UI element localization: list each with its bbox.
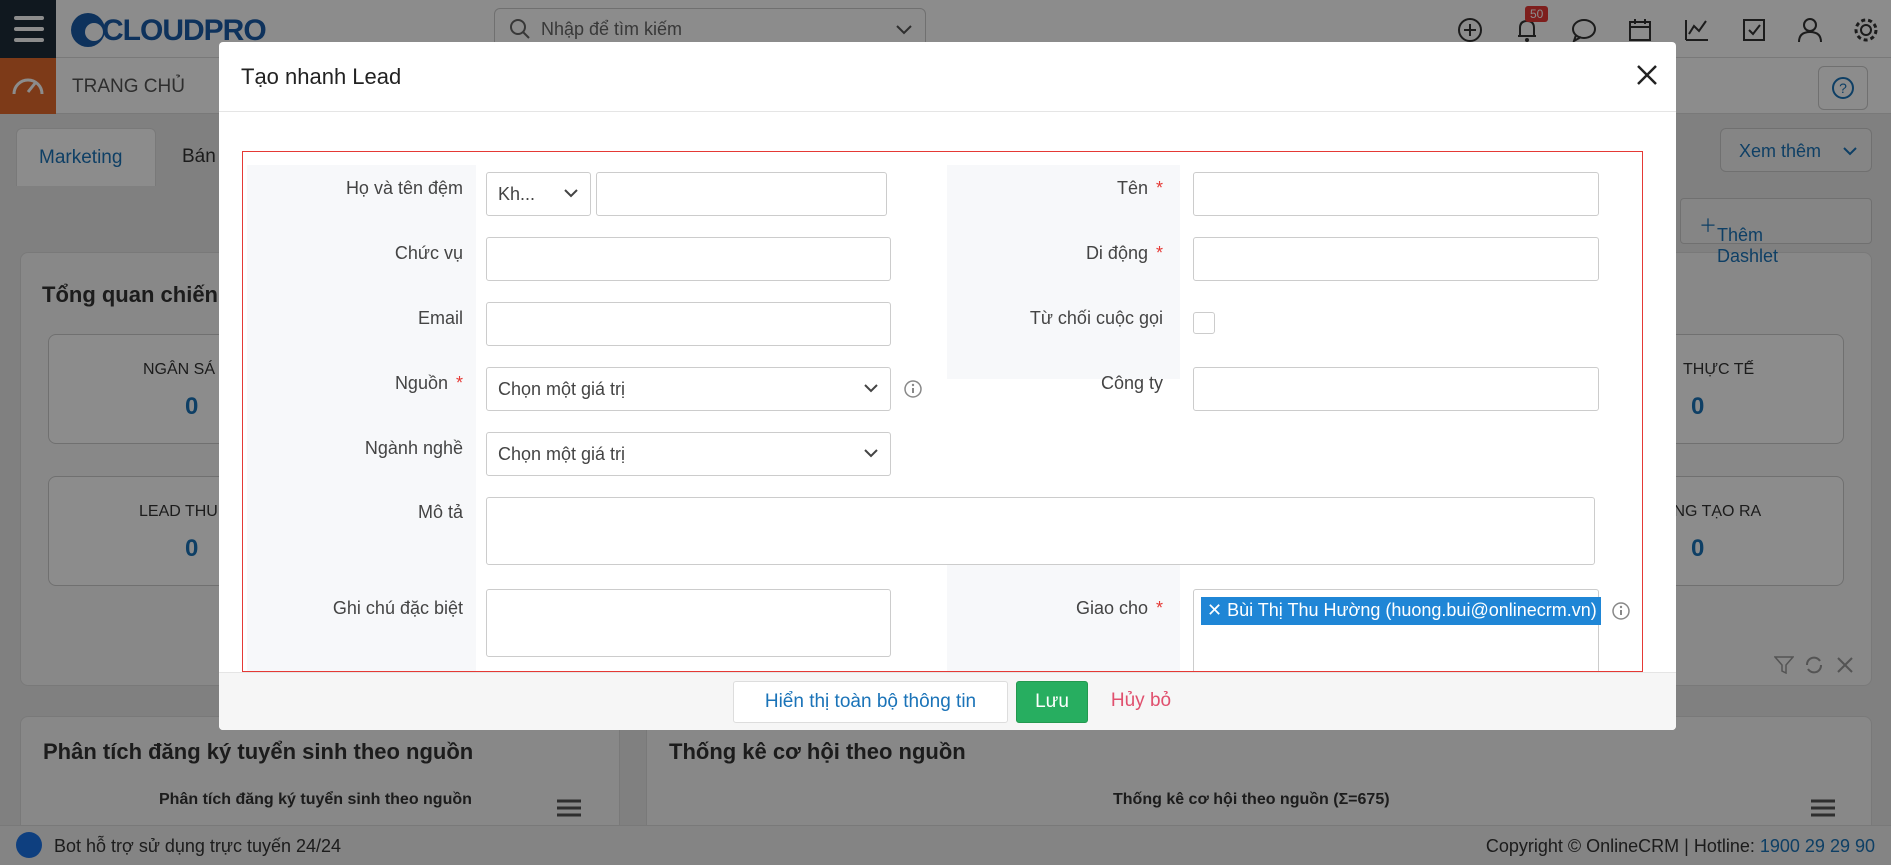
show-all-fields-button[interactable]: Hiển thị toàn bộ thông tin [733, 681, 1008, 723]
giao-cho-label: Giao cho * [1075, 598, 1163, 618]
middle-name-input[interactable] [596, 172, 887, 216]
special-notes-textarea[interactable] [486, 589, 891, 657]
email-input[interactable] [486, 302, 891, 346]
mo-ta-label: Mô tả [417, 502, 463, 522]
ho-ten-dem-label: Họ và tên đệm [345, 178, 463, 198]
chevron-down-icon [864, 449, 878, 458]
close-icon[interactable] [1632, 60, 1662, 90]
label-column [247, 165, 476, 671]
cong-ty-label: Công ty [1100, 373, 1163, 393]
source-value: Chọn một giá trị [498, 379, 626, 399]
chuc-vu-label: Chức vụ [394, 243, 463, 263]
do-not-call-checkbox[interactable] [1193, 312, 1215, 334]
salutation-select[interactable]: Kh... [486, 172, 591, 216]
modal-header: Tạo nhanh Lead [219, 42, 1676, 112]
industry-select[interactable]: Chọn một giá trị [486, 432, 891, 476]
industry-value: Chọn một giá trị [498, 444, 626, 464]
first-name-input[interactable] [1193, 172, 1599, 216]
salutation-value: Kh... [498, 184, 536, 204]
assigned-to-multiselect[interactable]: ✕ Bùi Thị Thu Hường (huong.bui@onlinecrm… [1193, 589, 1601, 671]
tu-choi-label: Từ chối cuộc gọi [1029, 308, 1163, 328]
company-input[interactable] [1193, 367, 1599, 411]
nganh-nghe-label: Ngành nghề [364, 438, 463, 458]
remove-tag-icon[interactable]: ✕ [1207, 600, 1222, 620]
cancel-button[interactable]: Hủy bỏ [1101, 681, 1181, 723]
mobile-input[interactable] [1193, 237, 1599, 281]
chevron-down-icon [864, 384, 878, 393]
assignee-tag-label: Bùi Thị Thu Hường (huong.bui@onlinecrm.v… [1227, 600, 1597, 620]
modal-footer: Hiển thị toàn bộ thông tin Lưu Hủy bỏ [219, 672, 1676, 730]
modal-title: Tạo nhanh Lead [241, 64, 402, 89]
title-input[interactable] [486, 237, 891, 281]
chevron-down-icon [564, 189, 578, 198]
nguon-label: Nguồn * [394, 373, 463, 393]
quick-create-lead-modal: Tạo nhanh Lead Họ và tên đệm Kh... Tên * … [219, 42, 1676, 730]
source-select[interactable]: Chọn một giá trị [486, 367, 891, 411]
description-textarea[interactable] [486, 497, 1595, 565]
save-button[interactable]: Lưu [1016, 681, 1088, 723]
lead-form: Họ và tên đệm Kh... Tên * Chức vụ Di động… [242, 151, 1643, 672]
ten-label: Tên * [1116, 178, 1163, 198]
info-icon[interactable] [903, 379, 923, 399]
info-icon[interactable] [1611, 601, 1631, 621]
assignee-tag[interactable]: ✕ Bùi Thị Thu Hường (huong.bui@onlinecrm… [1201, 597, 1601, 625]
di-dong-label: Di động * [1085, 243, 1163, 263]
ghi-chu-label: Ghi chú đặc biệt [332, 598, 463, 618]
email-label: Email [417, 308, 463, 328]
